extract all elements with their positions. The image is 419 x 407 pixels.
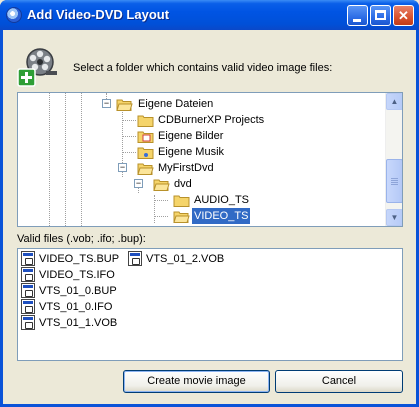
file-name: VIDEO_TS.BUP	[39, 253, 120, 265]
file-name: VTS_01_0.IFO	[39, 301, 113, 313]
collapse-icon[interactable]: −	[134, 179, 143, 188]
tree-item-label: CDBurnerXP Projects	[158, 114, 265, 126]
video-file-icon	[21, 267, 35, 282]
folder-open-icon	[116, 99, 133, 111]
tree-item-label: AUDIO_TS	[194, 194, 250, 206]
cancel-button[interactable]: Cancel	[275, 370, 403, 393]
dialog-window: Add Video-DVD Layout ✕ Select a folder w…	[0, 0, 419, 407]
tree-item-myfirstdvd[interactable]: − MyFirstDvd	[118, 160, 216, 176]
minimize-button[interactable]	[347, 5, 368, 26]
tree-guide-line	[122, 120, 136, 121]
tree-guide-line	[65, 93, 66, 226]
tree-item-label: Eigene Musik	[158, 146, 225, 158]
tree-guide-line	[81, 93, 82, 226]
tree-guide-line	[154, 216, 168, 217]
instruction-text: Select a folder which contains valid vid…	[73, 62, 333, 74]
arrow-up-icon: ▲	[390, 97, 399, 106]
minimize-icon	[353, 19, 361, 22]
tree-guide-line	[122, 152, 136, 153]
collapse-icon[interactable]: −	[102, 99, 111, 108]
tree-guide-line	[49, 93, 50, 226]
maximize-icon	[375, 10, 386, 20]
collapse-icon[interactable]: −	[118, 163, 127, 172]
create-movie-image-button[interactable]: Create movie image	[123, 370, 270, 393]
file-name: VTS_01_1.VOB	[39, 317, 118, 329]
file-list[interactable]: VIDEO_TS.BUP VIDEO_TS.IFO VTS_01_0.BUP V…	[17, 248, 403, 361]
tree-item-video-ts[interactable]: VIDEO_TS	[173, 207, 252, 225]
tree-item-eigene-bilder[interactable]: Eigene Bilder	[137, 128, 225, 144]
window-title: Add Video-DVD Layout	[27, 7, 170, 22]
close-button[interactable]: ✕	[393, 5, 414, 26]
title-bar[interactable]: Add Video-DVD Layout ✕	[0, 0, 419, 30]
tree-item-label: MyFirstDvd	[158, 162, 214, 174]
video-file-icon	[128, 251, 142, 266]
arrow-down-icon: ▼	[390, 213, 399, 222]
tree-guide-line	[122, 136, 136, 137]
file-name: VTS_01_0.BUP	[39, 285, 117, 297]
maximize-button[interactable]	[370, 5, 391, 26]
video-file-icon	[21, 299, 35, 314]
folder-icon	[173, 195, 190, 207]
tree-item-eigene-dateien[interactable]: − Eigene Dateien	[102, 96, 215, 112]
scroll-thumb[interactable]	[386, 159, 402, 203]
folder-icon	[137, 115, 154, 127]
valid-files-label: Valid files (.vob; .ifo; .bup):	[17, 233, 146, 245]
video-file-icon	[21, 283, 35, 298]
tree-item-label: VIDEO_TS	[190, 207, 252, 225]
scroll-up-button[interactable]: ▲	[386, 93, 402, 110]
folder-open-icon	[137, 163, 154, 175]
tree-item-label: Eigene Dateien	[138, 98, 214, 110]
app-icon	[6, 7, 22, 23]
file-name: VIDEO_TS.IFO	[39, 269, 115, 281]
film-reel-add-icon	[17, 48, 57, 87]
tree-item-label: dvd	[174, 178, 192, 190]
folder-music-icon	[137, 147, 154, 159]
folder-open-icon	[153, 179, 170, 191]
dialog-body: Select a folder which contains valid vid…	[3, 30, 416, 404]
tree-guide-line	[154, 200, 168, 201]
close-icon: ✕	[398, 8, 409, 23]
tree-item-label: Eigene Bilder	[158, 130, 224, 142]
folder-pictures-icon	[137, 131, 154, 143]
folder-open-icon	[173, 211, 190, 223]
video-file-icon	[21, 315, 35, 330]
tree-item-dvd[interactable]: − dvd	[134, 176, 194, 192]
tree-item-audio-ts[interactable]: AUDIO_TS	[173, 192, 251, 208]
tree-scrollbar[interactable]: ▲ ▼	[385, 93, 402, 226]
tree-item-cdburnerxp-projects[interactable]: CDBurnerXP Projects	[137, 112, 266, 128]
tree-item-eigene-musik[interactable]: Eigene Musik	[137, 144, 226, 160]
folder-tree[interactable]: − Eigene Dateien CDBurnerXP Projects Eig…	[17, 92, 403, 227]
scroll-down-button[interactable]: ▼	[386, 209, 402, 226]
video-file-icon	[21, 251, 35, 266]
file-name: VTS_01_2.VOB	[146, 253, 225, 265]
